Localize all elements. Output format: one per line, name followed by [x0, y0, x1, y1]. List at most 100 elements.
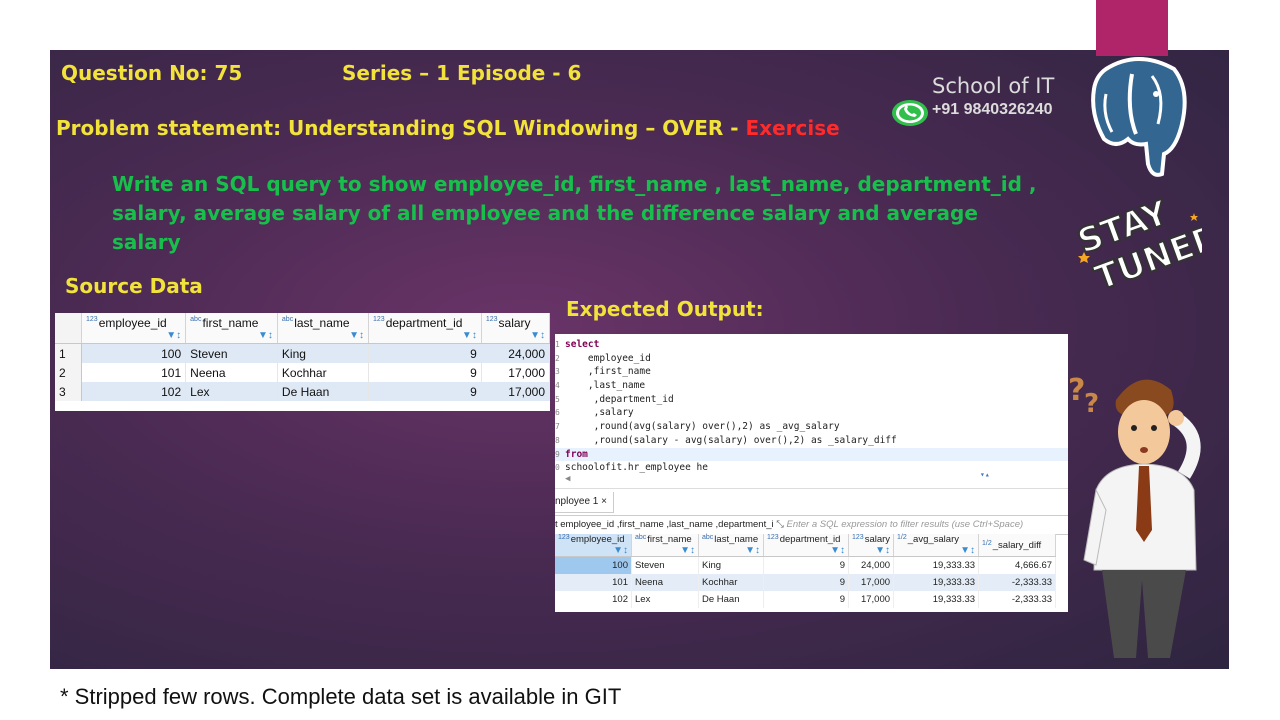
- filter-sort-icon[interactable]: ▼↕: [462, 330, 477, 341]
- cell-department-id[interactable]: 9: [368, 343, 482, 363]
- cell-last-name[interactable]: Kochhar: [277, 363, 370, 382]
- line-number: 6: [555, 408, 560, 418]
- row-number-header: [55, 313, 82, 344]
- cell-employee-id[interactable]: 101: [81, 363, 187, 382]
- column-header-salary-diff[interactable]: 1/2_salary_diff: [978, 534, 1057, 557]
- table-row[interactable]: 100 Steven King 9 24,000 19,333.33 4,666…: [555, 556, 1057, 574]
- column-header-department-id[interactable]: 123department_id ▼↕: [763, 534, 849, 557]
- code-line[interactable]: 0 schoolofit.hr_employee he: [555, 461, 1068, 475]
- cell-department-id[interactable]: 9: [763, 591, 849, 608]
- cell-salary-diff[interactable]: -2,333.33: [978, 591, 1057, 608]
- cell-first-name[interactable]: Steven: [631, 556, 699, 574]
- line-number: 7: [555, 422, 560, 432]
- filter-sort-icon[interactable]: ▼↕: [530, 330, 545, 341]
- column-header-last-name[interactable]: abclast_name ▼↕: [277, 313, 370, 344]
- code-text: ,salary: [565, 406, 634, 420]
- cell-first-name[interactable]: Neena: [185, 363, 278, 382]
- table-row[interactable]: 2 101 Neena Kochhar 9 17,000: [55, 363, 550, 382]
- code-line[interactable]: 8 ,round(salary - avg(salary) over(),2) …: [555, 434, 1068, 448]
- footnote: * Stripped few rows. Complete data set i…: [60, 684, 622, 709]
- cell-last-name[interactable]: King: [698, 556, 764, 574]
- horizontal-scrollbar[interactable]: ◀ ▾▴: [555, 470, 1068, 489]
- exercise-label: Exercise: [745, 116, 840, 140]
- code-line[interactable]: 2 employee_id: [555, 352, 1068, 366]
- cell-salary[interactable]: 17,000: [481, 363, 550, 382]
- code-line[interactable]: 3 ,first_name: [555, 365, 1068, 379]
- cell-last-name[interactable]: De Haan: [698, 591, 764, 608]
- column-header-avg-salary[interactable]: 1/2_avg_salary ▼↕: [893, 534, 980, 557]
- results-tab[interactable]: nployee 1 ×: [555, 492, 614, 513]
- sql-keyword: select: [565, 339, 600, 350]
- sql-text: ,last_name: [565, 380, 646, 392]
- column-header-first-name[interactable]: abcfirst_name ▼↕: [631, 534, 699, 557]
- scroll-left-icon[interactable]: ◀: [565, 474, 570, 484]
- cell-department-id[interactable]: 9: [763, 574, 849, 591]
- table-row[interactable]: 102 Lex De Haan 9 17,000 19,333.33 -2,33…: [555, 591, 1057, 608]
- column-header-salary[interactable]: 123salary ▼↕: [848, 534, 895, 557]
- filter-bar[interactable]: t employee_id ,first_name ,last_name ,de…: [555, 515, 1068, 535]
- column-header-department-id[interactable]: 123department_id ▼↕: [368, 313, 482, 344]
- cell-salary[interactable]: 17,000: [481, 382, 550, 401]
- filter-expand-icon[interactable]: ⤡: [776, 519, 784, 530]
- sql-text: employee_id: [565, 352, 651, 364]
- filter-sort-icon[interactable]: ▼↕: [258, 330, 273, 341]
- cell-avg-salary[interactable]: 19,333.33: [893, 574, 980, 591]
- svg-text:?: ?: [1068, 373, 1085, 408]
- cell-avg-salary[interactable]: 19,333.33: [893, 556, 980, 574]
- cell-last-name[interactable]: De Haan: [277, 382, 370, 401]
- source-data-table: 123employee_id ▼↕ abcfirst_name ▼↕ abclast…: [55, 313, 550, 411]
- cell-last-name[interactable]: Kochhar: [698, 574, 764, 591]
- cell-employee-id[interactable]: 102: [555, 591, 632, 608]
- column-header-salary[interactable]: 123salary ▼↕: [481, 313, 550, 344]
- code-line[interactable]: 7 ,round(avg(salary) over(),2) as _avg_s…: [555, 420, 1068, 434]
- column-header-employee-id[interactable]: 123employee_id ▼↕: [555, 534, 632, 557]
- code-line[interactable]: 5 ,department_id: [555, 393, 1068, 407]
- line-number: 9: [555, 449, 560, 459]
- column-header-last-name[interactable]: abclast_name ▼↕: [698, 534, 764, 557]
- cell-salary[interactable]: 17,000: [848, 574, 895, 591]
- expected-output-title: Expected Output:: [566, 297, 764, 321]
- row-number: 3: [55, 382, 82, 401]
- column-header-employee-id[interactable]: 123employee_id ▼↕: [81, 313, 187, 344]
- cell-department-id[interactable]: 9: [368, 363, 482, 382]
- code-line[interactable]: 6 ,salary: [555, 406, 1068, 420]
- sql-text: schoolofit.hr_employee he: [565, 462, 708, 474]
- code-line[interactable]: 9 from: [555, 447, 1068, 462]
- table-row[interactable]: 1 100 Steven King 9 24,000: [55, 343, 550, 363]
- code-line[interactable]: 1 select: [555, 338, 1068, 352]
- sql-text: ,first_name: [565, 366, 651, 378]
- code-text: ,department_id: [565, 393, 674, 407]
- cell-salary[interactable]: 24,000: [848, 556, 895, 574]
- filter-sort-icon[interactable]: ▼↕: [349, 330, 364, 341]
- collapse-icon[interactable]: ▾▴: [980, 470, 990, 479]
- cell-first-name[interactable]: Neena: [631, 574, 699, 591]
- line-number: 4: [555, 381, 560, 391]
- code-line[interactable]: 4 ,last_name: [555, 379, 1068, 393]
- cell-salary-diff[interactable]: -2,333.33: [978, 574, 1057, 591]
- row-number: 2: [55, 363, 82, 382]
- cell-last-name[interactable]: King: [277, 343, 370, 363]
- school-name: School of IT: [932, 74, 1055, 98]
- table-row[interactable]: 3 102 Lex De Haan 9 17,000: [55, 382, 550, 401]
- cell-avg-salary[interactable]: 19,333.33: [893, 591, 980, 608]
- filter-input[interactable]: Enter a SQL expression to filter results…: [787, 519, 1024, 530]
- line-number: 8: [555, 435, 560, 445]
- cell-employee-id[interactable]: 100: [555, 556, 632, 574]
- cell-first-name[interactable]: Lex: [185, 382, 278, 401]
- cell-salary-diff[interactable]: 4,666.67: [978, 556, 1057, 574]
- sql-text: ,round(salary - avg(salary) over(),2) as…: [565, 434, 897, 446]
- column-header-first-name[interactable]: abcfirst_name ▼↕: [185, 313, 278, 344]
- cell-first-name[interactable]: Lex: [631, 591, 699, 608]
- table-row[interactable]: 101 Neena Kochhar 9 17,000 19,333.33 -2,…: [555, 574, 1057, 591]
- cell-salary[interactable]: 17,000: [848, 591, 895, 608]
- cell-employee-id[interactable]: 100: [81, 343, 187, 363]
- cell-department-id[interactable]: 9: [368, 382, 482, 401]
- svg-text:?: ?: [1084, 389, 1099, 419]
- cell-employee-id[interactable]: 101: [555, 574, 632, 591]
- filter-sort-icon[interactable]: ▼↕: [166, 330, 181, 341]
- cell-department-id[interactable]: 9: [763, 556, 849, 574]
- cell-employee-id[interactable]: 102: [81, 382, 187, 401]
- sql-editor[interactable]: 1 select 2 employee_id 3 ,first_name 4 ,last…: [555, 338, 1068, 475]
- cell-first-name[interactable]: Steven: [185, 343, 278, 363]
- cell-salary[interactable]: 24,000: [481, 343, 550, 363]
